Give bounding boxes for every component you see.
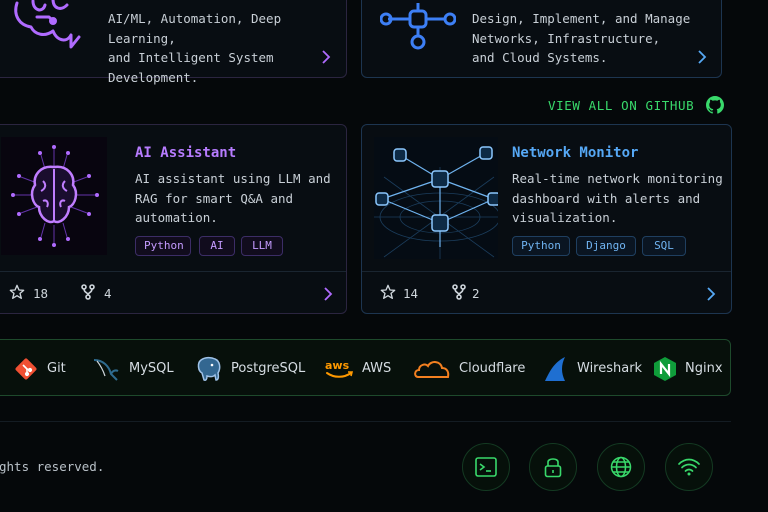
tech-name: AWS [362,361,392,376]
star-count: 18 [33,286,49,301]
service-card-ai[interactable]: AI/ML, Automation, Deep Learning, and In… [0,0,347,85]
tech-name: PostgreSQL [231,361,306,376]
tech-item-nginx: Nginx [653,340,723,397]
wifi-button[interactable] [665,443,713,491]
star-count: 14 [403,286,419,301]
tag-llm: LLM [241,236,283,256]
chevron-right-icon[interactable] [706,287,716,301]
tech-name: MySQL [129,361,174,376]
wifi-icon [678,458,700,476]
footer-divider [0,421,731,422]
service-description-ai: AI/ML, Automation, Deep Learning, and In… [108,11,282,85]
tag-python: Python [512,236,570,256]
card-divider [0,271,346,272]
svg-text:aws: aws [325,359,350,372]
tech-item-postgresql: PostgreSQL [195,340,305,397]
git-icon [15,358,37,379]
project-description: Real-time network monitoring dashboard w… [512,171,723,225]
view-all-label: VIEW ALL ON GITHUB [548,97,695,113]
tech-name: Wireshark [577,361,643,376]
tech-item-mysql: MySQL [91,340,174,397]
tech-name: Nginx [685,361,723,376]
project-card-network-monitor[interactable]: Network Monitor Real-time network monito… [361,124,732,314]
tech-item-aws: aws AWS [324,340,391,397]
tag-django: Django [576,236,636,256]
tech-item-cloudflare: Cloudflare [413,340,525,397]
terminal-button[interactable] [462,443,510,491]
terminal-icon [475,457,497,477]
tag-sql: SQL [642,236,686,256]
lock-button[interactable] [529,443,577,491]
view-all-github-link[interactable]: VIEW ALL ON GITHUB [548,96,725,114]
copyright-text: ghts reserved. [0,459,105,474]
tech-item-git: Git [13,340,66,397]
tag-python: Python [135,236,191,256]
github-icon [706,96,725,114]
lock-icon [544,458,562,478]
aws-icon: aws [325,359,354,378]
tech-stack-bar: Git MySQL PostgreSQL aws AWS Cloudflare [0,339,731,396]
cloud-icon [414,360,450,378]
wireshark-fin-icon [545,356,565,381]
tech-name: Git [47,361,66,376]
chevron-right-icon[interactable] [697,50,707,64]
project-title[interactable]: Network Monitor [512,145,638,161]
chevron-right-icon[interactable] [321,50,331,64]
fork-count: 2 [472,286,480,301]
globe-icon [610,456,632,478]
network-nodes-icon [380,3,456,50]
service-card-network[interactable]: Design, Implement, and Manage Networks, … [361,0,722,78]
network-topology-icon [374,137,498,259]
brain-circuit-icon [14,0,81,49]
tech-name: Cloudflare [459,361,526,376]
tag-ai: AI [199,236,235,256]
nginx-icon [654,356,676,381]
postgresql-elephant-icon [197,356,221,381]
project-title[interactable]: AI Assistant [135,145,236,161]
project-description: AI assistant using LLM and RAG for smart… [135,171,331,225]
mysql-dolphin-icon [93,358,119,381]
service-description-network: Design, Implement, and Manage Networks, … [472,11,691,65]
fork-count: 4 [104,286,112,301]
fork-icon [81,284,95,300]
star-icon [9,284,25,299]
card-divider [362,271,731,272]
star-icon [380,284,396,299]
project-card-ai-assistant[interactable]: AI Assistant AI assistant using LLM and … [0,124,347,314]
chevron-right-icon[interactable] [323,287,333,301]
fork-icon [452,284,466,300]
tech-item-wireshark: Wireshark [543,340,642,397]
brain-circuit-icon [1,137,107,255]
globe-button[interactable] [597,443,645,491]
